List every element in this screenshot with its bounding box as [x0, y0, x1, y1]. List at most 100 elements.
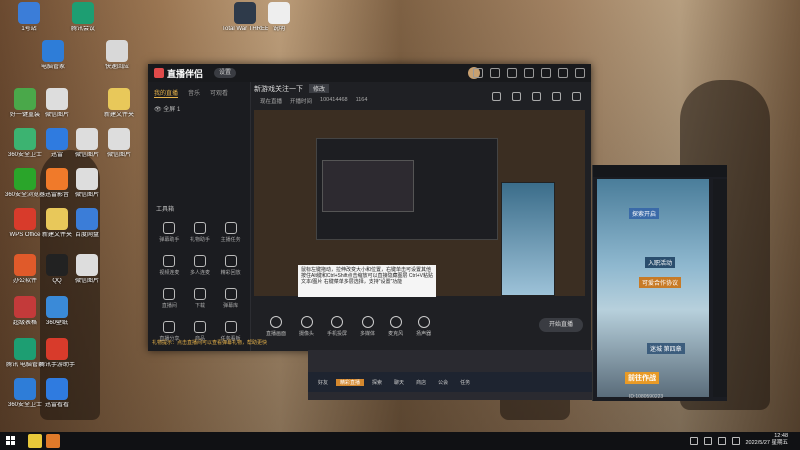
clock[interactable]: 12:48 2022/5/27 星期五	[746, 433, 789, 447]
control-label: 多媒体	[360, 330, 376, 337]
desktop-app-icon	[72, 2, 94, 24]
settings-icon[interactable]	[507, 68, 517, 78]
game-menu-item[interactable]: 聊天	[390, 379, 408, 386]
menu-icon[interactable]	[524, 68, 534, 78]
bell-icon[interactable]	[552, 92, 561, 101]
desktop-icon-label: 360壁纸	[45, 320, 68, 326]
scene-label: 全屏 1	[163, 107, 181, 113]
gift-icon[interactable]	[532, 92, 541, 101]
desktop-app-icon	[76, 128, 98, 150]
ime-icon[interactable]	[732, 437, 740, 445]
stat-fans: 1164	[355, 97, 368, 103]
explore-banner[interactable]: 探索开启	[629, 208, 660, 219]
game-menu-item[interactable]: 公会	[434, 379, 452, 386]
desktop-icon[interactable]: 快速回应	[94, 40, 140, 71]
edit-title-button[interactable]: 修改	[308, 84, 329, 93]
tool-icon	[224, 321, 237, 333]
close-icon[interactable]	[575, 68, 585, 78]
emulator-window: 探索开启 入职活动 可爱合作协议 迷城 第四章 前往作战 ID:10805902…	[592, 165, 727, 401]
desktop-app-icon	[76, 208, 98, 230]
tool-label: 弹幕助手	[159, 237, 180, 243]
control-item[interactable]: 扬声器	[416, 315, 431, 337]
agreement-button[interactable]: 可爱合作协议	[639, 277, 682, 288]
event-button[interactable]: 入职活动	[645, 257, 676, 268]
game-menu-item[interactable]: 商店	[412, 379, 430, 386]
desktop-icon[interactable]: 电脑管家	[30, 40, 76, 71]
desktop-icon-label: 微信图片	[106, 152, 131, 158]
start-live-button[interactable]: 开始直播	[539, 318, 583, 332]
game-menu-item[interactable]: 好友	[314, 379, 332, 386]
tool-label: 视频连麦	[159, 270, 180, 276]
tool-item[interactable]: 直播间	[154, 288, 185, 309]
tool-item[interactable]: 视频连麦	[154, 255, 185, 276]
game-menu-item[interactable]: 任务	[456, 379, 474, 386]
minimize-icon[interactable]	[541, 68, 551, 78]
link-icon[interactable]	[572, 92, 581, 101]
emulator-titlebar	[593, 165, 727, 177]
tools-title: 工具箱	[156, 207, 175, 213]
maximize-icon[interactable]	[558, 68, 568, 78]
eye-icon[interactable]: 👁	[154, 107, 162, 113]
windows-start-icon[interactable]	[6, 436, 16, 446]
skin-icon[interactable]	[473, 68, 483, 78]
desktop-icon-label: 微信图片	[44, 112, 69, 118]
tool-item[interactable]: 精彩回放	[215, 255, 246, 276]
tool-item[interactable]: 多人连麦	[185, 255, 216, 276]
taskbar-app-icon[interactable]	[28, 434, 42, 448]
desktop-icon[interactable]: 微信图片	[64, 254, 110, 285]
desktop-app-icon	[14, 88, 36, 110]
tool-item[interactable]: 弹幕库	[215, 288, 246, 309]
desktop-icon[interactable]: 微信图片	[96, 128, 142, 159]
desktop-app-icon	[18, 2, 40, 24]
tool-item[interactable]: 下载	[185, 288, 216, 309]
volume-icon[interactable]	[718, 437, 726, 445]
desktop-app-icon	[46, 378, 68, 400]
stat-live: 现在直播	[260, 99, 283, 105]
desktop-icon[interactable]: 新建文件夹	[96, 88, 142, 119]
control-item[interactable]: 直播画面	[266, 315, 287, 337]
desktop-app-icon	[14, 254, 36, 276]
phone-source-preview	[501, 182, 555, 296]
desktop-app-icon	[14, 168, 36, 190]
streaming-app-window: 直播伴侣 设置 我的直播 音乐 可观看 👁 全屏 1 工具箱 弹幕助手 礼物助手 主…	[148, 64, 591, 351]
control-item[interactable]: 多媒体	[360, 315, 376, 337]
control-item[interactable]: 麦克风	[388, 315, 403, 337]
tool-icon	[163, 321, 176, 333]
desktop-icon[interactable]: 说明	[256, 2, 302, 33]
tool-item[interactable]: 礼物助手	[185, 222, 216, 243]
desktop-icon[interactable]: 360壁纸	[34, 296, 80, 327]
tab-music[interactable]: 音乐	[188, 88, 200, 98]
desktop-icon[interactable]: 迅雷看看	[34, 378, 80, 409]
control-item[interactable]: 摄像头	[299, 315, 315, 337]
chapter-badge[interactable]: 迷城 第四章	[647, 343, 685, 354]
desktop-icon[interactable]: 腾讯手游助手	[34, 338, 80, 369]
tool-icon	[193, 321, 206, 333]
desktop-icon[interactable]: 百度网盘	[64, 208, 110, 239]
desktop-icon[interactable]: 微信图片	[34, 88, 80, 119]
tab-watch[interactable]: 可观看	[210, 88, 228, 98]
game-menu-item[interactable]: 精彩直播	[336, 378, 365, 386]
control-label: 摄像头	[299, 330, 315, 337]
taskbar-app-icon[interactable]	[46, 434, 60, 448]
desktop-icon[interactable]: 微信图片	[64, 168, 110, 199]
room-title: 新游戏关注一下	[254, 86, 303, 93]
go-battle-button[interactable]: 前往作战	[625, 372, 659, 384]
network-icon[interactable]	[704, 437, 712, 445]
control-item[interactable]: 手机投屏	[327, 315, 347, 337]
desktop-icon[interactable]: 腾讯会议	[60, 2, 106, 33]
desktop-icon-label: 快速回应	[104, 64, 129, 70]
desktop-icon-label: 腾讯会议	[70, 26, 95, 32]
scene-item[interactable]: 👁 全屏 1	[154, 104, 180, 113]
game-menu-item[interactable]: 探索	[368, 379, 386, 386]
tool-label: 多人连麦	[189, 270, 210, 276]
tray-up-icon[interactable]	[690, 437, 698, 445]
desktop-icon[interactable]: 1号站	[6, 2, 52, 33]
lock-icon[interactable]	[492, 92, 501, 101]
tool-item[interactable]: 主播任务	[215, 222, 246, 243]
share-icon[interactable]	[512, 92, 521, 101]
tab-my-live[interactable]: 我的直播	[154, 88, 179, 98]
control-label: 直播画面	[266, 330, 287, 337]
version-pill[interactable]: 设置	[214, 68, 236, 78]
tool-item[interactable]: 弹幕助手	[154, 222, 185, 243]
message-icon[interactable]	[490, 68, 500, 78]
